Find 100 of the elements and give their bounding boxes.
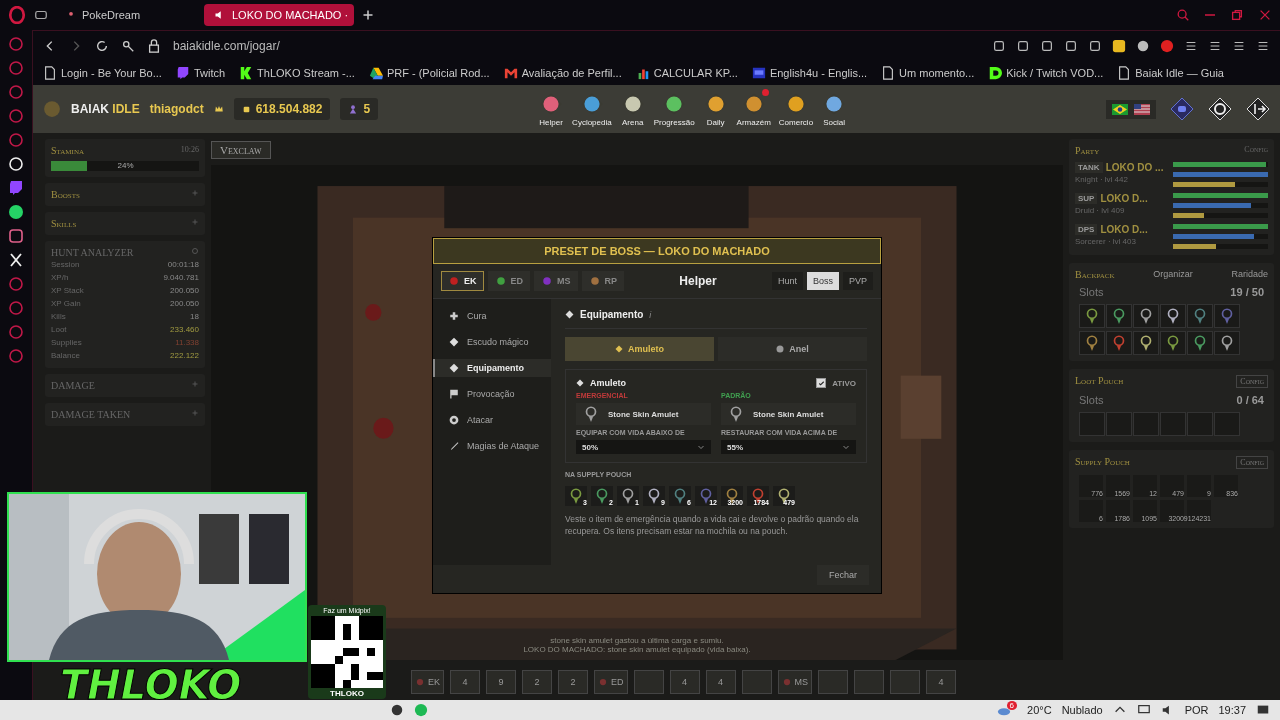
game-logo-icon bbox=[43, 100, 61, 118]
slots-count: 0 / 64 bbox=[1236, 394, 1264, 406]
class-slot[interactable]: MS bbox=[777, 670, 813, 694]
character-selector[interactable]: Vexclaw bbox=[211, 141, 271, 159]
page-icon bbox=[1117, 65, 1132, 80]
discord-icon bbox=[1170, 97, 1194, 121]
panel-title: DAMAGE bbox=[51, 380, 95, 391]
toolbar-icon bbox=[1016, 38, 1030, 53]
nav-button[interactable]: Daily bbox=[702, 91, 729, 127]
hotbar-slot[interactable]: 4 bbox=[669, 670, 700, 694]
expand-icon bbox=[191, 409, 199, 417]
reset-icon bbox=[191, 247, 199, 255]
role-tag: TANK bbox=[1075, 162, 1103, 173]
stat-value: 222.122 bbox=[170, 351, 199, 360]
hotbar-slot[interactable]: 4 bbox=[450, 670, 480, 694]
sidebar-icon bbox=[8, 276, 24, 292]
search-icon bbox=[1176, 8, 1190, 22]
drive-icon bbox=[368, 65, 383, 80]
role-tag: DPS bbox=[1075, 224, 1098, 235]
hotbar-slot[interactable] bbox=[854, 670, 885, 694]
sort-button[interactable]: Raridade bbox=[1231, 269, 1268, 280]
sort-button[interactable]: Organizar bbox=[1153, 269, 1193, 280]
chatgpt-icon bbox=[8, 156, 24, 172]
coin-icon bbox=[241, 104, 251, 114]
nav-button[interactable]: Comercio bbox=[778, 91, 814, 127]
stat-label: XP Gain bbox=[51, 299, 81, 308]
bookmark[interactable]: Avaliação de Perfil... bbox=[503, 65, 622, 80]
bookmark[interactable]: Baiak Idle — Guia bbox=[1117, 65, 1224, 80]
panel-title: Skills bbox=[51, 218, 77, 229]
panel-title: HUNT ANALYZER bbox=[51, 247, 134, 258]
close-icon bbox=[1258, 8, 1272, 22]
nav-button[interactable]: Progressão bbox=[653, 91, 695, 127]
hotbar-slot[interactable]: 4 bbox=[705, 670, 736, 694]
language-indicator[interactable]: POR bbox=[1184, 704, 1209, 716]
panel-title: Stamina bbox=[51, 145, 84, 156]
extension-icon bbox=[1112, 38, 1126, 53]
stop-hand-icon bbox=[1160, 38, 1174, 53]
class-slot[interactable]: EK bbox=[411, 670, 444, 694]
browser-tab[interactable]: PokeDream bbox=[56, 4, 196, 26]
bookmark[interactable]: Login - Be Your Bo... bbox=[43, 65, 162, 80]
sidebar-icon bbox=[8, 324, 24, 340]
settings-icon bbox=[1208, 97, 1232, 121]
bookmark[interactable]: CALCULAR KP... bbox=[635, 65, 738, 80]
expand-icon bbox=[191, 380, 199, 388]
sidebar-icon bbox=[8, 132, 24, 148]
hotbar-slot[interactable]: 4 bbox=[926, 670, 957, 694]
nav-button[interactable]: Cyclopedia bbox=[572, 91, 612, 127]
address-bar[interactable]: baiakidle.com/jogar/ bbox=[173, 38, 280, 53]
k-icon bbox=[239, 65, 254, 80]
hotbar-slot[interactable] bbox=[741, 670, 772, 694]
role-tag: SUP bbox=[1075, 193, 1098, 204]
expand-icon bbox=[191, 189, 199, 197]
bookmark[interactable]: Twitch bbox=[175, 65, 226, 80]
config-button[interactable]: Config bbox=[1236, 375, 1268, 388]
x-icon bbox=[8, 252, 24, 268]
config-button[interactable]: Config bbox=[1236, 456, 1268, 469]
bookmark[interactable]: English4u - Englis... bbox=[751, 65, 868, 80]
qr-name: THLOKO bbox=[330, 688, 364, 699]
bookmark[interactable]: ThLOKO Stream -... bbox=[239, 65, 355, 80]
panel-title: DAMAGE TAKEN bbox=[51, 409, 131, 420]
hotbar-slot[interactable]: 2 bbox=[522, 670, 552, 694]
points-counter: 5 bbox=[340, 98, 379, 120]
toolbar-icon bbox=[1088, 38, 1102, 53]
sidebar-icon bbox=[8, 36, 24, 52]
hotbar-slot[interactable] bbox=[890, 670, 921, 694]
stat-value: 200.050 bbox=[170, 299, 199, 308]
panel-title: Supply Pouch bbox=[1075, 456, 1130, 469]
nav-button[interactable]: Social bbox=[821, 91, 848, 127]
bookmark[interactable]: Um momento... bbox=[881, 65, 975, 80]
sidebar-icon bbox=[8, 348, 24, 364]
us-flag-icon bbox=[1134, 103, 1150, 115]
streamer-logo: THLOKO bbox=[60, 662, 242, 708]
browser-tab[interactable]: LOKO DO MACHADO · bbox=[204, 4, 354, 26]
hotbar-slot[interactable]: 2 bbox=[558, 670, 588, 694]
temperature: 20°C bbox=[1027, 704, 1052, 716]
twitch-icon bbox=[175, 65, 190, 80]
spotify-icon bbox=[414, 703, 428, 717]
hotbar-slot[interactable]: 9 bbox=[486, 670, 516, 694]
stat-value: 233.460 bbox=[170, 325, 199, 334]
hotbar-slot[interactable] bbox=[818, 670, 849, 694]
logout-icon bbox=[1246, 97, 1270, 121]
member-info: Sorcerer · lvl 403 bbox=[1075, 237, 1137, 246]
extension-icon bbox=[1136, 38, 1150, 53]
bookmark[interactable]: Kick / Twitch VOD... bbox=[988, 65, 1104, 80]
nav-button[interactable]: Arena bbox=[619, 91, 646, 127]
badge-icon bbox=[751, 65, 766, 80]
d-icon bbox=[988, 65, 1003, 80]
notification-badge: 6 bbox=[1006, 700, 1018, 710]
workspace-icon bbox=[34, 8, 48, 22]
nav-button[interactable]: Armazém bbox=[736, 91, 771, 127]
stat-value: 18 bbox=[190, 312, 199, 321]
twitch-icon bbox=[8, 180, 24, 196]
hotbar-slot[interactable] bbox=[633, 670, 664, 694]
stat-label: Balance bbox=[51, 351, 80, 360]
page-icon bbox=[881, 65, 896, 80]
sidebar-icon bbox=[8, 300, 24, 316]
class-slot[interactable]: ED bbox=[594, 670, 628, 694]
nav-button[interactable]: Helper bbox=[538, 91, 565, 127]
bookmark[interactable]: PRF - (Policial Rod... bbox=[368, 65, 490, 80]
member-name: LOKO DO ... bbox=[1105, 162, 1164, 173]
